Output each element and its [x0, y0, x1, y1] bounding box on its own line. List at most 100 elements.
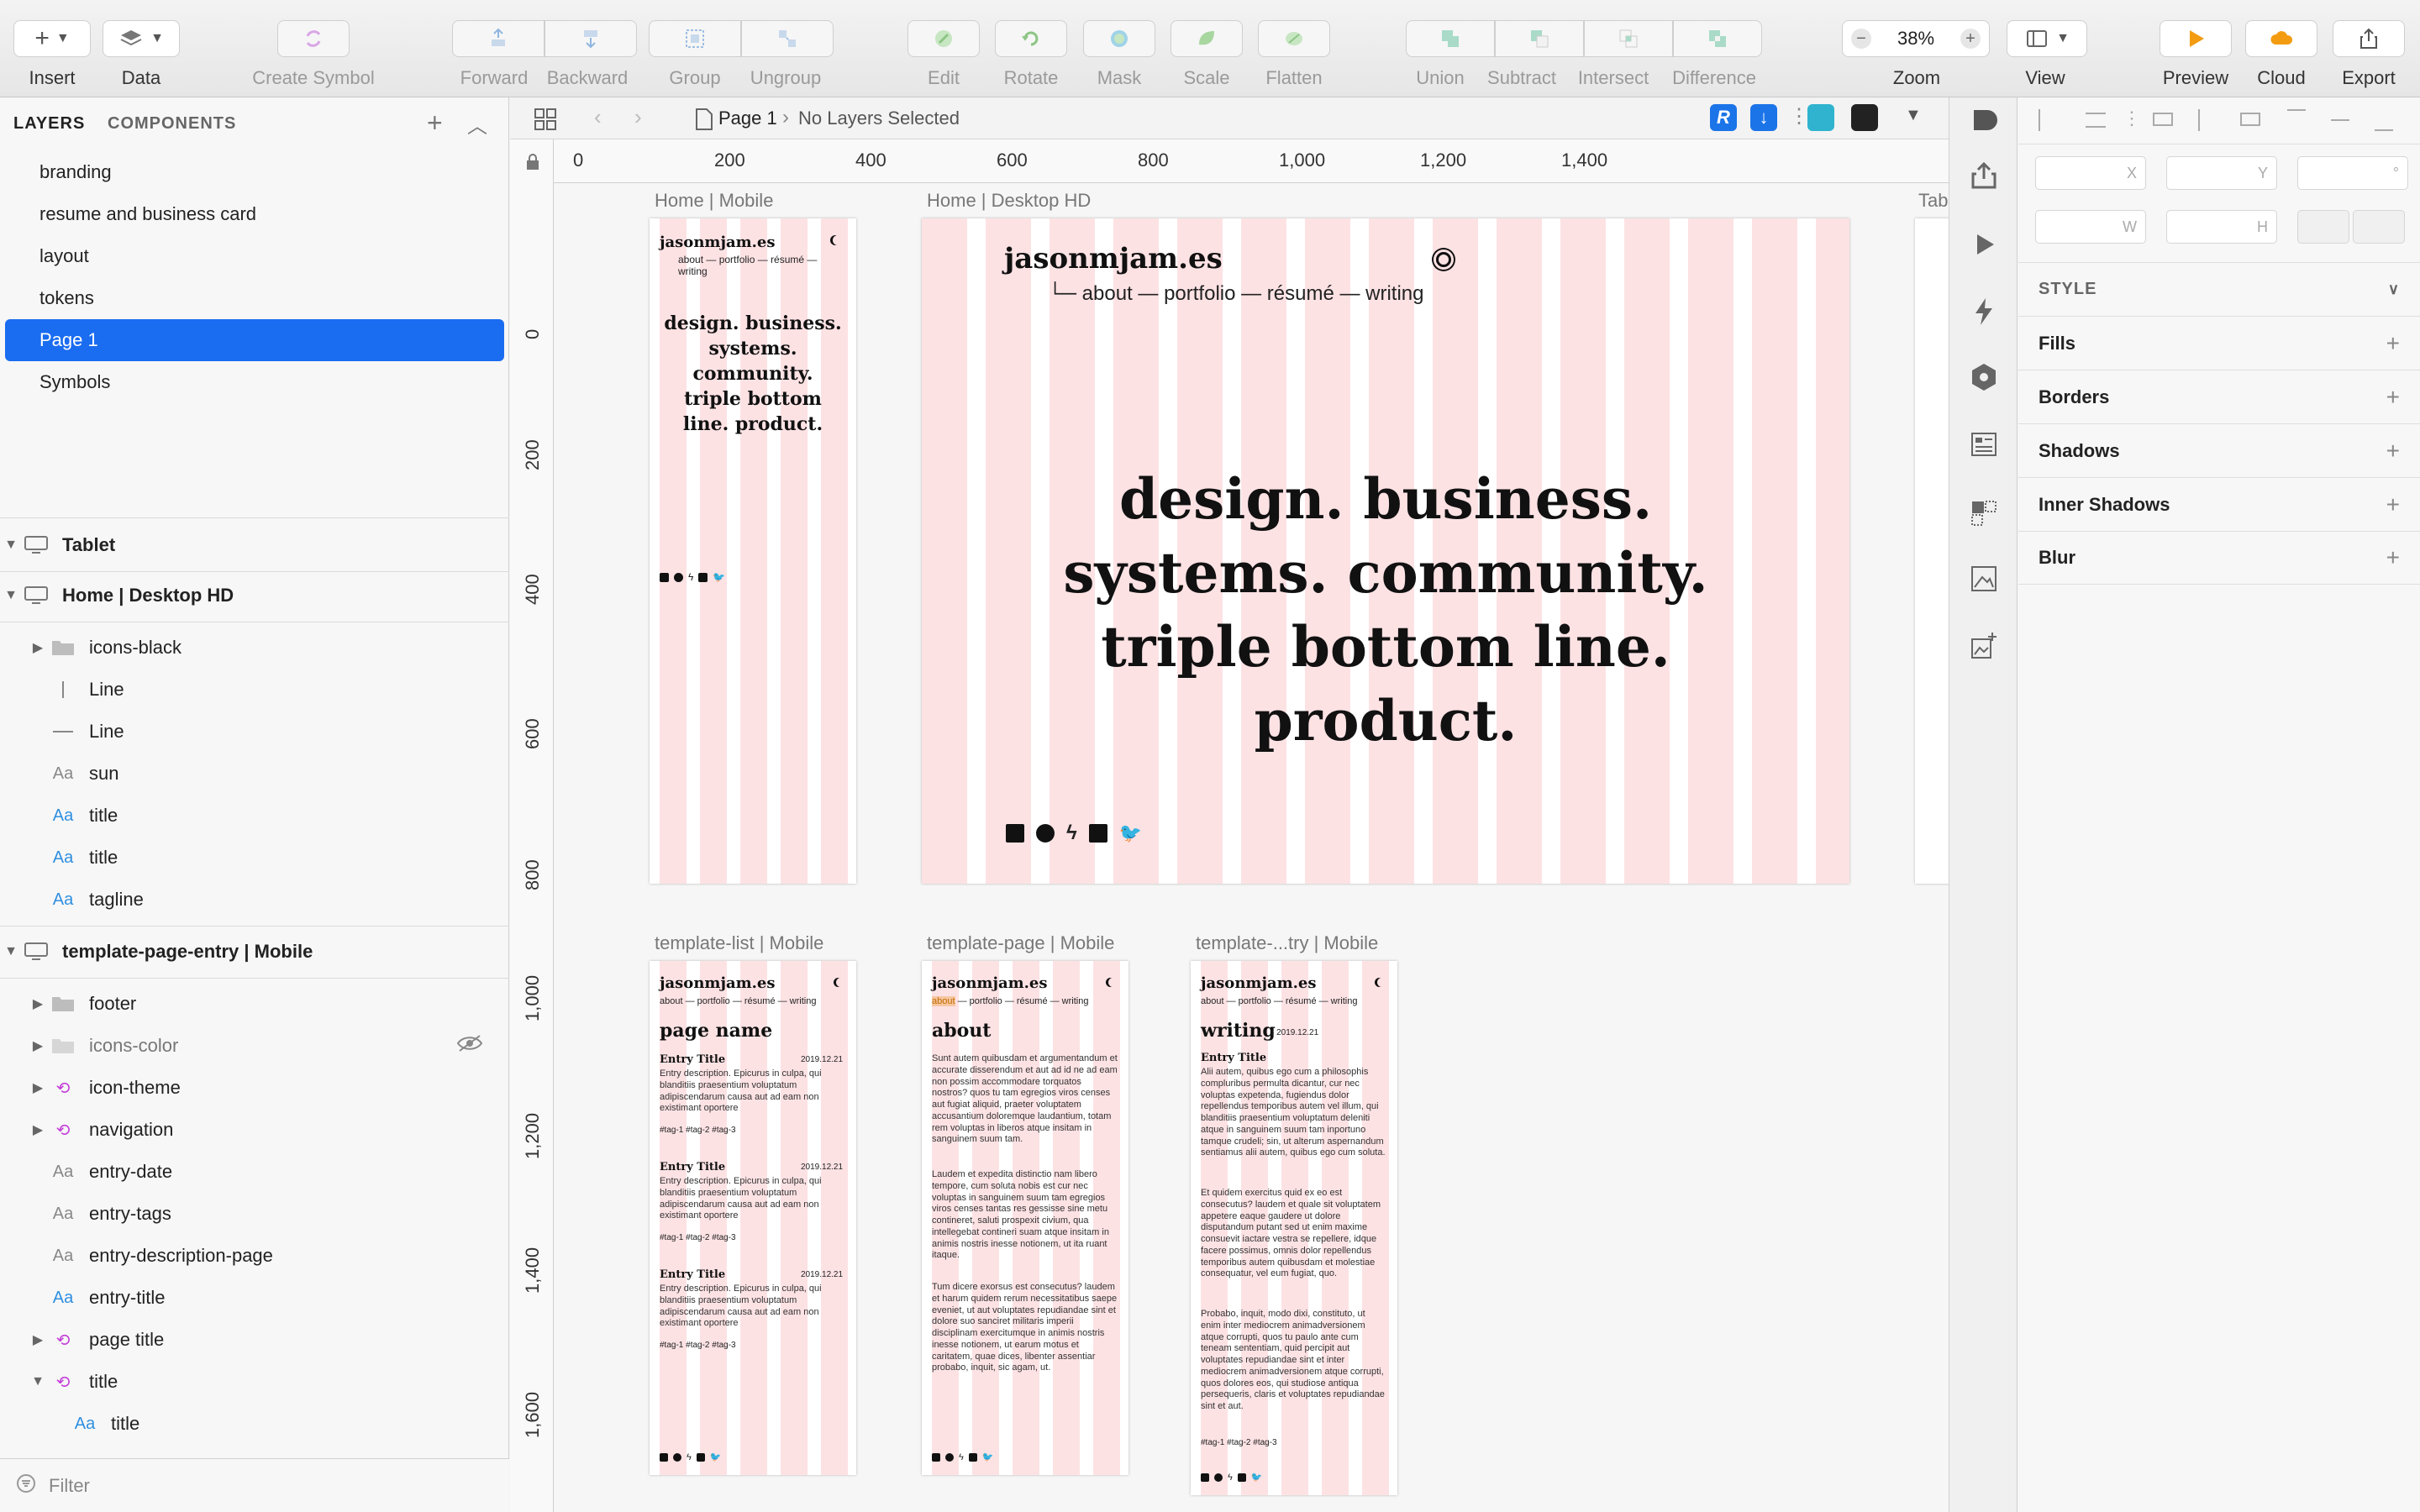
add-border-icon[interactable]: +: [2386, 384, 2400, 411]
layer-line-vertical[interactable]: Line: [0, 669, 509, 711]
difference-button[interactable]: [1673, 20, 1762, 57]
expand-triangle-icon[interactable]: ▶: [27, 1037, 49, 1054]
collapse-chevron-icon[interactable]: ︿: [467, 109, 487, 139]
more-dots-icon[interactable]: ⋮: [1789, 104, 1809, 129]
prototype-play-icon[interactable]: [1966, 227, 2002, 262]
expand-triangle-icon[interactable]: ▼: [0, 538, 22, 553]
x-position-field[interactable]: X: [2035, 156, 2146, 190]
scale-button[interactable]: [1171, 20, 1243, 57]
export-button[interactable]: [2333, 20, 2405, 57]
list-layout-icon[interactable]: [1966, 427, 2002, 462]
mask-button[interactable]: [1083, 20, 1155, 57]
layer-symbol-navigation[interactable]: ▶ ⟲ navigation: [0, 1109, 509, 1151]
page-item-tokens[interactable]: tokens: [0, 277, 509, 319]
backward-button[interactable]: [544, 20, 637, 57]
expand-triangle-icon[interactable]: ▶: [27, 1121, 49, 1138]
page-item-page-1[interactable]: Page 1: [5, 319, 504, 361]
add-inner-shadow-icon[interactable]: +: [2386, 491, 2400, 518]
artboard-template-entry[interactable]: jasonmjam.es about — portfolio — résumé …: [1191, 961, 1397, 1495]
union-button[interactable]: [1406, 20, 1495, 57]
artboard-template-list[interactable]: jasonmjam.es about — portfolio — résumé …: [650, 961, 856, 1475]
layer-text-sun[interactable]: Aa sun: [0, 753, 509, 795]
cloud-button[interactable]: [2245, 20, 2317, 57]
layer-group-icons-black[interactable]: ▶ icons-black: [0, 627, 509, 669]
layer-artboard-home-desktop[interactable]: ▼ Home | Desktop HD: [0, 575, 509, 617]
intersect-button[interactable]: [1584, 20, 1673, 57]
tab-components[interactable]: COMPONENTS: [108, 114, 236, 134]
grid-view-icon[interactable]: [534, 108, 557, 135]
more-dots-icon[interactable]: ⋮: [2123, 108, 2141, 129]
tab-layers[interactable]: LAYERS: [13, 114, 85, 134]
shield-plugin-icon[interactable]: [1851, 104, 1878, 131]
fills-row[interactable]: Fills +: [2018, 316, 2420, 370]
layer-symbol-icon-theme[interactable]: ▶ ⟲ icon-theme: [0, 1067, 509, 1109]
artboard-tablet[interactable]: [1915, 218, 1949, 884]
runner-plugin-icon[interactable]: R: [1710, 104, 1737, 131]
artboard-home-mobile[interactable]: jasonmjam.es about — portfolio — résumé …: [650, 218, 856, 884]
flatten-button[interactable]: [1258, 20, 1330, 57]
expand-triangle-icon[interactable]: ▼: [0, 944, 22, 959]
create-symbol-button[interactable]: [277, 20, 350, 57]
breadcrumb-page[interactable]: Page 1: [718, 108, 777, 129]
expand-triangle-icon[interactable]: ▶: [27, 1079, 49, 1096]
artboard-label[interactable]: template-list | Mobile: [655, 932, 823, 954]
layer-text-title-child[interactable]: Aa title: [0, 1403, 509, 1445]
artboard-label[interactable]: Home | Desktop HD: [927, 190, 1091, 212]
share-upload-icon[interactable]: [1966, 158, 2002, 193]
layer-text-title[interactable]: Aa title: [0, 837, 509, 879]
lightning-icon[interactable]: [1966, 294, 2002, 329]
layer-text-tagline[interactable]: Aa tagline: [0, 879, 509, 921]
add-shadow-icon[interactable]: +: [2386, 438, 2400, 465]
width-field[interactable]: W: [2035, 210, 2146, 244]
align-left-icon[interactable]: [2039, 109, 2059, 131]
canvas[interactable]: ‹ › Page 1 › No Layers Selected R ↓ ⋮ ▼ …: [510, 97, 1949, 1512]
preview-button[interactable]: [2160, 20, 2232, 57]
layer-line-horizontal[interactable]: Line: [0, 711, 509, 753]
image-frame-icon[interactable]: [1966, 561, 2002, 596]
layer-group-footer[interactable]: ▶ footer: [0, 983, 509, 1025]
distribute-horizontal-icon[interactable]: [2086, 113, 2106, 128]
layer-symbol-page-title[interactable]: ▶ ⟲ page title: [0, 1319, 509, 1361]
expand-triangle-icon[interactable]: ▼: [27, 1374, 49, 1389]
chevron-down-icon[interactable]: ▼: [1905, 106, 1922, 125]
expand-triangle-icon[interactable]: ▶: [27, 639, 49, 656]
flip-vertical-button[interactable]: [2353, 210, 2405, 244]
expand-triangle-icon[interactable]: ▶: [27, 1331, 49, 1348]
style-section-header[interactable]: STYLE ∨: [2018, 262, 2420, 316]
back-arrow-icon[interactable]: ‹: [594, 104, 602, 130]
add-blur-icon[interactable]: +: [2386, 544, 2400, 571]
artboard-template-page[interactable]: jasonmjam.es about — portfolio — résumé …: [922, 961, 1128, 1475]
layer-text-entry-description[interactable]: Aa entry-description-page: [0, 1235, 509, 1277]
artboard-label[interactable]: Home | Mobile: [655, 190, 773, 212]
rotate-button[interactable]: [995, 20, 1067, 57]
selection-boxes-icon[interactable]: [1966, 496, 2002, 531]
align-top-icon[interactable]: [2287, 109, 2306, 129]
forward-button[interactable]: [452, 20, 544, 57]
zoom-out-button[interactable]: −: [1851, 29, 1871, 49]
align-left-edge-icon[interactable]: [2153, 113, 2173, 126]
layer-text-entry-date[interactable]: Aa entry-date: [0, 1151, 509, 1193]
page-item-layout[interactable]: layout: [0, 235, 509, 277]
page-item-symbols[interactable]: Symbols: [0, 361, 509, 403]
borders-row[interactable]: Borders +: [2018, 370, 2420, 423]
data-button[interactable]: ▼: [103, 20, 180, 57]
page-item-branding[interactable]: branding: [0, 151, 509, 193]
filter-input[interactable]: Filter: [49, 1475, 90, 1497]
layer-text-entry-title[interactable]: Aa entry-title: [0, 1277, 509, 1319]
zoom-control[interactable]: − 38% +: [1842, 20, 1990, 57]
add-image-icon[interactable]: [1966, 628, 2002, 664]
layer-artboard-template-entry[interactable]: ▼ template-page-entry | Mobile: [0, 931, 509, 973]
height-field[interactable]: H: [2166, 210, 2277, 244]
layer-symbol-title[interactable]: ▼ ⟲ title: [0, 1361, 509, 1403]
rotation-field[interactable]: °: [2297, 156, 2408, 190]
group-button[interactable]: [649, 20, 741, 57]
chevron-down-icon[interactable]: ∨: [2388, 281, 2400, 298]
artboard-label[interactable]: template-page | Mobile: [927, 932, 1114, 954]
zoom-in-button[interactable]: +: [1960, 29, 1981, 49]
artboard-label[interactable]: template-...try | Mobile: [1196, 932, 1378, 954]
layer-text-title[interactable]: Aa title: [0, 795, 509, 837]
view-button[interactable]: ▼: [2007, 20, 2087, 57]
page-item-resume[interactable]: resume and business card: [0, 193, 509, 235]
inspector-design-icon[interactable]: [1966, 102, 2002, 138]
align-middle-icon[interactable]: [2331, 119, 2349, 121]
